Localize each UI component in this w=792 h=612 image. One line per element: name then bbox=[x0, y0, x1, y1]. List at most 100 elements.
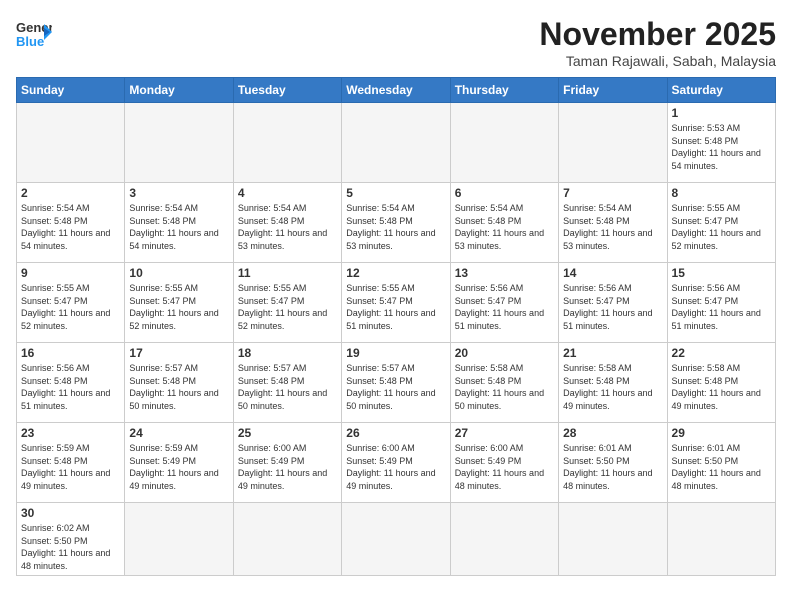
day-number: 2 bbox=[21, 186, 120, 200]
day-number: 30 bbox=[21, 506, 120, 520]
month-title: November 2025 bbox=[539, 16, 776, 53]
calendar-cell: 26Sunrise: 6:00 AM Sunset: 5:49 PM Dayli… bbox=[342, 423, 450, 503]
calendar-cell: 28Sunrise: 6:01 AM Sunset: 5:50 PM Dayli… bbox=[559, 423, 667, 503]
day-number: 5 bbox=[346, 186, 445, 200]
calendar-cell: 4 Sunrise: 5:54 AM Sunset: 5:48 PM Daylig… bbox=[233, 183, 341, 263]
day-number: 14 bbox=[563, 266, 662, 280]
calendar-cell: 2 Sunrise: 5:54 AM Sunset: 5:48 PM Daylig… bbox=[17, 183, 125, 263]
calendar-cell: 15Sunrise: 5:56 AM Sunset: 5:47 PM Dayli… bbox=[667, 263, 775, 343]
day-number: 24 bbox=[129, 426, 228, 440]
day-info: Sunrise: 5:54 AM Sunset: 5:48 PM Dayligh… bbox=[455, 202, 554, 252]
calendar-cell bbox=[450, 503, 558, 576]
svg-text:Blue: Blue bbox=[16, 34, 44, 49]
day-number: 25 bbox=[238, 426, 337, 440]
calendar-cell: 16 Sunrise: 5:56 AM Sunset: 5:48 PM Dayli… bbox=[17, 343, 125, 423]
calendar-cell bbox=[233, 503, 341, 576]
day-info: Sunrise: 5:53 AM Sunset: 5:48 PM Dayligh… bbox=[672, 122, 771, 172]
day-number: 1 bbox=[672, 106, 771, 120]
day-info: Sunrise: 5:54 AM Sunset: 5:48 PM Dayligh… bbox=[238, 202, 337, 252]
weekday-header-sunday: Sunday bbox=[17, 78, 125, 103]
day-number: 9 bbox=[21, 266, 120, 280]
calendar-cell: 9 Sunrise: 5:55 AM Sunset: 5:47 PM Daylig… bbox=[17, 263, 125, 343]
day-number: 4 bbox=[238, 186, 337, 200]
day-info: Sunrise: 5:56 AM Sunset: 5:47 PM Dayligh… bbox=[672, 282, 771, 332]
day-number: 26 bbox=[346, 426, 445, 440]
day-info: Sunrise: 5:54 AM Sunset: 5:48 PM Dayligh… bbox=[563, 202, 662, 252]
calendar-cell: 11 Sunrise: 5:55 AM Sunset: 5:47 PM Dayli… bbox=[233, 263, 341, 343]
day-info: Sunrise: 6:02 AM Sunset: 5:50 PM Dayligh… bbox=[21, 522, 120, 572]
day-number: 10 bbox=[129, 266, 228, 280]
calendar-cell: 18 Sunrise: 5:57 AM Sunset: 5:48 PM Dayli… bbox=[233, 343, 341, 423]
calendar-cell bbox=[559, 503, 667, 576]
calendar-cell: 1 Sunrise: 5:53 AM Sunset: 5:48 PM Daylig… bbox=[667, 103, 775, 183]
calendar-cell: 13 Sunrise: 5:56 AM Sunset: 5:47 PM Dayli… bbox=[450, 263, 558, 343]
calendar-cell: 29 Sunrise: 6:01 AM Sunset: 5:50 PM Dayli… bbox=[667, 423, 775, 503]
day-info: Sunrise: 6:00 AM Sunset: 5:49 PM Dayligh… bbox=[455, 442, 554, 492]
calendar-cell bbox=[233, 103, 341, 183]
day-number: 19 bbox=[346, 346, 445, 360]
weekday-header-tuesday: Tuesday bbox=[233, 78, 341, 103]
calendar-cell: 30 Sunrise: 6:02 AM Sunset: 5:50 PM Dayli… bbox=[17, 503, 125, 576]
weekday-header-monday: Monday bbox=[125, 78, 233, 103]
day-info: Sunrise: 5:55 AM Sunset: 5:47 PM Dayligh… bbox=[672, 202, 771, 252]
calendar-week-row: 30 Sunrise: 6:02 AM Sunset: 5:50 PM Dayli… bbox=[17, 503, 776, 576]
day-number: 7 bbox=[563, 186, 662, 200]
day-number: 23 bbox=[21, 426, 120, 440]
day-number: 6 bbox=[455, 186, 554, 200]
day-info: Sunrise: 5:55 AM Sunset: 5:47 PM Dayligh… bbox=[21, 282, 120, 332]
day-info: Sunrise: 5:56 AM Sunset: 5:48 PM Dayligh… bbox=[21, 362, 120, 412]
location: Taman Rajawali, Sabah, Malaysia bbox=[539, 53, 776, 69]
day-info: Sunrise: 5:54 AM Sunset: 5:48 PM Dayligh… bbox=[129, 202, 228, 252]
day-number: 11 bbox=[238, 266, 337, 280]
title-section: November 2025 Taman Rajawali, Sabah, Mal… bbox=[539, 16, 776, 69]
calendar-cell: 20 Sunrise: 5:58 AM Sunset: 5:48 PM Dayli… bbox=[450, 343, 558, 423]
calendar-week-row: 1 Sunrise: 5:53 AM Sunset: 5:48 PM Daylig… bbox=[17, 103, 776, 183]
day-number: 13 bbox=[455, 266, 554, 280]
day-info: Sunrise: 6:01 AM Sunset: 5:50 PM Dayligh… bbox=[672, 442, 771, 492]
day-info: Sunrise: 6:01 AM Sunset: 5:50 PM Dayligh… bbox=[563, 442, 662, 492]
day-number: 18 bbox=[238, 346, 337, 360]
day-number: 8 bbox=[672, 186, 771, 200]
calendar-cell: 22 Sunrise: 5:58 AM Sunset: 5:48 PM Dayli… bbox=[667, 343, 775, 423]
calendar-cell: 23Sunrise: 5:59 AM Sunset: 5:48 PM Dayli… bbox=[17, 423, 125, 503]
calendar-cell: 21Sunrise: 5:58 AM Sunset: 5:48 PM Dayli… bbox=[559, 343, 667, 423]
day-info: Sunrise: 5:55 AM Sunset: 5:47 PM Dayligh… bbox=[238, 282, 337, 332]
day-info: Sunrise: 5:57 AM Sunset: 5:48 PM Dayligh… bbox=[238, 362, 337, 412]
calendar-week-row: 2 Sunrise: 5:54 AM Sunset: 5:48 PM Daylig… bbox=[17, 183, 776, 263]
day-number: 16 bbox=[21, 346, 120, 360]
calendar-cell bbox=[342, 503, 450, 576]
calendar-cell: 5Sunrise: 5:54 AM Sunset: 5:48 PM Daylig… bbox=[342, 183, 450, 263]
day-info: Sunrise: 5:57 AM Sunset: 5:48 PM Dayligh… bbox=[346, 362, 445, 412]
calendar-week-row: 16 Sunrise: 5:56 AM Sunset: 5:48 PM Dayli… bbox=[17, 343, 776, 423]
day-info: Sunrise: 5:55 AM Sunset: 5:47 PM Dayligh… bbox=[346, 282, 445, 332]
day-info: Sunrise: 5:58 AM Sunset: 5:48 PM Dayligh… bbox=[455, 362, 554, 412]
calendar-cell: 12 Sunrise: 5:55 AM Sunset: 5:47 PM Dayli… bbox=[342, 263, 450, 343]
calendar-cell bbox=[342, 103, 450, 183]
calendar-cell: 8 Sunrise: 5:55 AM Sunset: 5:47 PM Daylig… bbox=[667, 183, 775, 263]
calendar-cell bbox=[559, 103, 667, 183]
calendar-cell: 17Sunrise: 5:57 AM Sunset: 5:48 PM Dayli… bbox=[125, 343, 233, 423]
calendar-cell bbox=[125, 103, 233, 183]
calendar-cell: 6 Sunrise: 5:54 AM Sunset: 5:48 PM Daylig… bbox=[450, 183, 558, 263]
calendar-cell: 14Sunrise: 5:56 AM Sunset: 5:47 PM Dayli… bbox=[559, 263, 667, 343]
day-number: 3 bbox=[129, 186, 228, 200]
day-info: Sunrise: 5:56 AM Sunset: 5:47 PM Dayligh… bbox=[455, 282, 554, 332]
logo: General Blue bbox=[16, 16, 52, 52]
day-info: Sunrise: 5:54 AM Sunset: 5:48 PM Dayligh… bbox=[21, 202, 120, 252]
calendar-week-row: 9 Sunrise: 5:55 AM Sunset: 5:47 PM Daylig… bbox=[17, 263, 776, 343]
calendar-cell: 10 Sunrise: 5:55 AM Sunset: 5:47 PM Dayli… bbox=[125, 263, 233, 343]
calendar-week-row: 23Sunrise: 5:59 AM Sunset: 5:48 PM Dayli… bbox=[17, 423, 776, 503]
day-info: Sunrise: 5:58 AM Sunset: 5:48 PM Dayligh… bbox=[672, 362, 771, 412]
day-number: 12 bbox=[346, 266, 445, 280]
day-number: 20 bbox=[455, 346, 554, 360]
weekday-header-thursday: Thursday bbox=[450, 78, 558, 103]
day-info: Sunrise: 5:57 AM Sunset: 5:48 PM Dayligh… bbox=[129, 362, 228, 412]
day-number: 22 bbox=[672, 346, 771, 360]
day-number: 27 bbox=[455, 426, 554, 440]
calendar-cell: 25Sunrise: 6:00 AM Sunset: 5:49 PM Dayli… bbox=[233, 423, 341, 503]
calendar-cell: 7 Sunrise: 5:54 AM Sunset: 5:48 PM Daylig… bbox=[559, 183, 667, 263]
calendar-cell bbox=[667, 503, 775, 576]
calendar-cell bbox=[17, 103, 125, 183]
day-number: 29 bbox=[672, 426, 771, 440]
day-info: Sunrise: 5:55 AM Sunset: 5:47 PM Dayligh… bbox=[129, 282, 228, 332]
